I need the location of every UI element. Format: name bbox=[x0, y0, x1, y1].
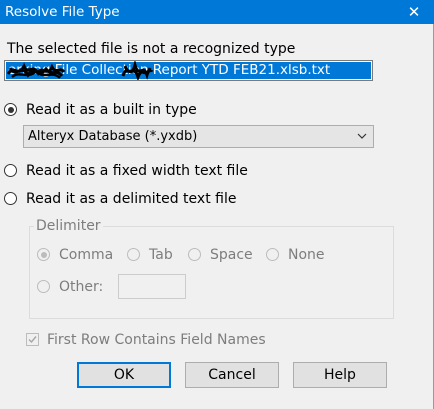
radio-none[interactable] bbox=[266, 248, 279, 261]
label-fixed-width[interactable]: Read it as a fixed width text file bbox=[26, 162, 248, 180]
delimiter-group bbox=[29, 226, 394, 319]
label-space[interactable]: Space bbox=[210, 246, 253, 264]
delimiter-legend: Delimiter bbox=[34, 218, 103, 234]
radio-other[interactable] bbox=[37, 280, 50, 293]
title-bar: Resolve File Type ✕ bbox=[0, 0, 434, 24]
help-button[interactable]: Help bbox=[293, 362, 387, 388]
file-path-field[interactable]: orking File Collection Report YTD FEB21.… bbox=[4, 60, 373, 81]
label-comma[interactable]: Comma bbox=[59, 246, 113, 264]
chevron-down-icon bbox=[357, 133, 367, 139]
label-none[interactable]: None bbox=[288, 246, 325, 264]
radio-tab[interactable] bbox=[127, 248, 140, 261]
redaction-scribble-2 bbox=[121, 61, 154, 80]
ok-button[interactable]: OK bbox=[77, 362, 171, 388]
built-in-type-value: Alteryx Database (*.yxdb) bbox=[28, 129, 198, 144]
checkmark-icon bbox=[28, 336, 37, 344]
redaction-scribble bbox=[6, 62, 66, 79]
close-icon: ✕ bbox=[407, 3, 421, 21]
first-row-checkbox[interactable] bbox=[26, 333, 39, 346]
label-built-in-type[interactable]: Read it as a built in type bbox=[26, 101, 197, 119]
label-other[interactable]: Other: bbox=[59, 278, 103, 296]
cancel-button[interactable]: Cancel bbox=[185, 362, 279, 388]
radio-delimited[interactable] bbox=[4, 192, 17, 205]
window-title: Resolve File Type bbox=[5, 4, 120, 20]
radio-fixed-width[interactable] bbox=[4, 164, 17, 177]
close-button[interactable]: ✕ bbox=[394, 0, 434, 24]
radio-comma[interactable] bbox=[37, 248, 50, 261]
label-first-row[interactable]: First Row Contains Field Names bbox=[47, 331, 266, 349]
radio-built-in-type[interactable] bbox=[4, 103, 17, 116]
dialog-body bbox=[0, 24, 434, 409]
message-text: The selected file is not a recognized ty… bbox=[7, 41, 296, 57]
label-tab[interactable]: Tab bbox=[149, 246, 173, 264]
built-in-type-select[interactable]: Alteryx Database (*.yxdb) bbox=[23, 125, 374, 148]
other-delimiter-input[interactable] bbox=[118, 274, 186, 299]
label-delimited[interactable]: Read it as a delimited text file bbox=[26, 190, 236, 208]
radio-space[interactable] bbox=[188, 248, 201, 261]
